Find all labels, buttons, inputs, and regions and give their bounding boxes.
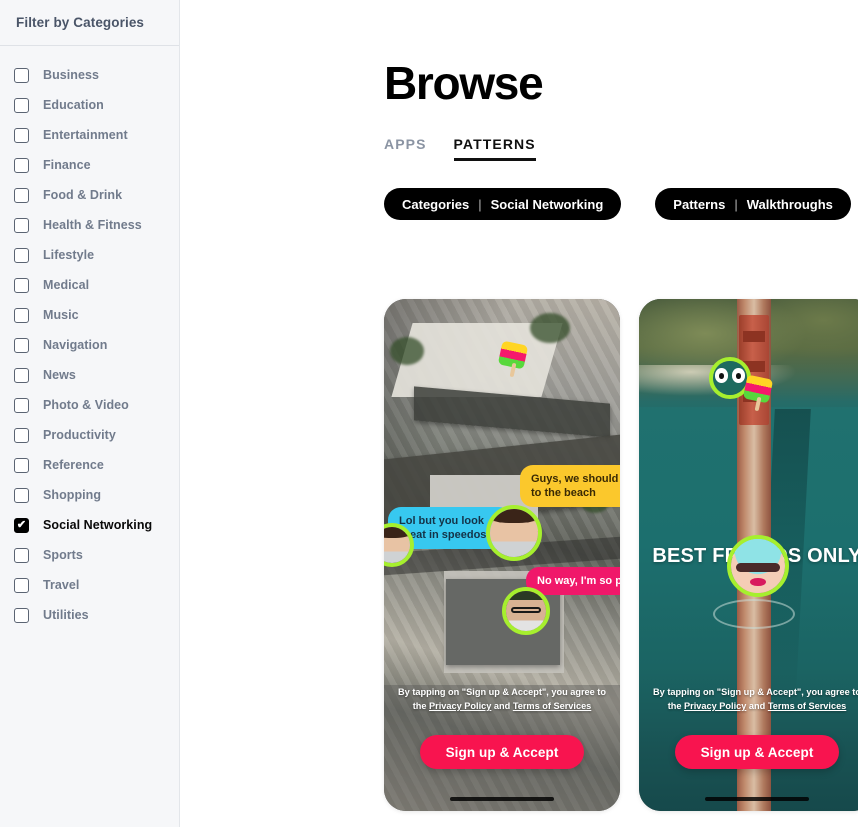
popsicle-sticker — [742, 374, 774, 412]
category-label: Navigation — [43, 338, 108, 352]
category-label: Education — [43, 98, 104, 112]
chat-bubble-yellow: Guys, we should to the beach — [520, 465, 620, 507]
checkbox-icon[interactable]: ✔ — [14, 397, 29, 413]
browse-page: Filter by Categories ✔ Business ✔ Educat… — [0, 0, 858, 827]
sidebar-item-utilities[interactable]: ✔ Utilities — [0, 600, 179, 630]
category-label: Business — [43, 68, 99, 82]
checkbox-icon[interactable]: ✔ — [14, 127, 29, 143]
checkbox-icon[interactable]: ✔ — [14, 277, 29, 293]
category-label: Reference — [43, 458, 104, 472]
pill-value: Social Networking — [490, 196, 604, 212]
category-label: News — [43, 368, 76, 382]
sidebar-item-sports[interactable]: ✔ Sports — [0, 540, 179, 570]
privacy-policy-link[interactable]: Privacy Policy — [684, 701, 746, 711]
sidebar-title: Filter by Categories — [16, 15, 145, 30]
category-label: Health & Fitness — [43, 218, 142, 232]
sidebar-header: Filter by Categories — [0, 0, 179, 46]
sidebar-item-lifestyle[interactable]: ✔ Lifestyle — [0, 240, 179, 270]
filter-pill-row: Categories | Social Networking Patterns … — [384, 188, 858, 220]
checkbox-icon[interactable]: ✔ — [14, 457, 29, 473]
sidebar-item-news[interactable]: ✔ News — [0, 360, 179, 390]
avatar — [384, 523, 414, 567]
sidebar-item-reference[interactable]: ✔ Reference — [0, 450, 179, 480]
legal-mid: and — [746, 701, 768, 711]
tab-apps[interactable]: APPS — [384, 136, 427, 161]
home-indicator — [705, 797, 809, 801]
sidebar-item-education[interactable]: ✔ Education — [0, 90, 179, 120]
filter-pill-patterns[interactable]: Patterns | Walkthroughs — [655, 188, 851, 220]
category-label: Utilities — [43, 608, 89, 622]
sidebar-item-entertainment[interactable]: ✔ Entertainment — [0, 120, 179, 150]
category-label: Sports — [43, 548, 83, 562]
tab-patterns[interactable]: PATTERNS — [453, 136, 536, 161]
popsicle-sticker — [497, 340, 529, 378]
pattern-card-grid: [data-name="pattern-card-aerial-city"] .… — [384, 299, 858, 811]
checkbox-icon[interactable]: ✔ — [14, 367, 29, 383]
checkbox-icon[interactable]: ✔ — [14, 307, 29, 323]
home-indicator — [450, 797, 554, 801]
legal-disclaimer: By tapping on "Sign up & Accept", you ag… — [394, 685, 610, 713]
terms-of-services-link[interactable]: Terms of Services — [513, 701, 591, 711]
pill-key: Categories — [402, 196, 470, 212]
filter-pill-categories[interactable]: Categories | Social Networking — [384, 188, 622, 220]
checkbox-icon[interactable]: ✔ — [14, 157, 29, 173]
category-label: Travel — [43, 578, 80, 592]
sidebar-item-music[interactable]: ✔ Music — [0, 300, 179, 330]
category-label: Music — [43, 308, 79, 322]
checkbox-icon[interactable]: ✔ — [14, 607, 29, 623]
sidebar-item-health-and-fitness[interactable]: ✔ Health & Fitness — [0, 210, 179, 240]
sign-up-accept-button[interactable]: Sign up & Accept — [420, 735, 584, 769]
category-label: Medical — [43, 278, 90, 292]
checkbox-icon[interactable]: ✔ — [14, 577, 29, 593]
sidebar-item-social-networking[interactable]: ✔ Social Networking — [0, 510, 179, 540]
sidebar-item-navigation[interactable]: ✔ Navigation — [0, 330, 179, 360]
pill-separator: | — [734, 196, 738, 212]
category-label: Lifestyle — [43, 248, 95, 262]
category-label: Food & Drink — [43, 188, 123, 202]
checkbox-icon[interactable]: ✔ — [14, 217, 29, 233]
pill-separator: | — [478, 196, 482, 212]
sidebar-item-travel[interactable]: ✔ Travel — [0, 570, 179, 600]
avatar — [727, 535, 789, 597]
legal-disclaimer: By tapping on "Sign up & Accept", you ag… — [649, 685, 858, 713]
sidebar-item-shopping[interactable]: ✔ Shopping — [0, 480, 179, 510]
sidebar-item-food-and-drink[interactable]: ✔ Food & Drink — [0, 180, 179, 210]
sidebar-item-productivity[interactable]: ✔ Productivity — [0, 420, 179, 450]
pill-value: Walkthroughs — [746, 196, 833, 212]
browse-tabs: APPS PATTERNS — [384, 136, 536, 161]
pill-key: Patterns — [673, 196, 726, 212]
category-filter-sidebar: Filter by Categories ✔ Business ✔ Educat… — [0, 0, 180, 827]
category-label: Productivity — [43, 428, 116, 442]
page-title: Browse — [384, 57, 544, 109]
main-content: Browse APPS PATTERNS Categories | Social… — [180, 0, 858, 827]
category-label: Social Networking — [43, 518, 153, 532]
avatar — [502, 587, 550, 635]
checkbox-icon[interactable]: ✔ — [14, 547, 29, 563]
sidebar-item-finance[interactable]: ✔ Finance — [0, 150, 179, 180]
category-label: Finance — [43, 158, 91, 172]
legal-mid: and — [491, 701, 513, 711]
checkbox-icon[interactable]: ✔ — [14, 487, 29, 503]
sidebar-item-medical[interactable]: ✔ Medical — [0, 270, 179, 300]
checkbox-icon[interactable]: ✔ — [14, 247, 29, 263]
sidebar-item-photo-and-video[interactable]: ✔ Photo & Video — [0, 390, 179, 420]
sidebar-item-business[interactable]: ✔ Business — [0, 60, 179, 90]
avatar — [486, 505, 542, 561]
checkbox-icon[interactable]: ✔ — [14, 67, 29, 83]
terms-of-services-link[interactable]: Terms of Services — [768, 701, 846, 711]
sign-up-accept-button[interactable]: Sign up & Accept — [675, 735, 839, 769]
category-label: Photo & Video — [43, 398, 129, 412]
category-label: Entertainment — [43, 128, 128, 142]
checkbox-icon[interactable]: ✔ — [14, 427, 29, 443]
checkbox-icon[interactable]: ✔ — [14, 97, 29, 113]
checkbox-checked-icon[interactable]: ✔ — [14, 517, 29, 533]
pattern-card-aerial-city[interactable]: [data-name="pattern-card-aerial-city"] .… — [384, 299, 620, 811]
pattern-card-golden-gate[interactable]: BEST FRIENDS ONLY By tapping on "Sign up… — [639, 299, 858, 811]
checkbox-icon[interactable]: ✔ — [14, 337, 29, 353]
category-label: Shopping — [43, 488, 102, 502]
checkbox-icon[interactable]: ✔ — [14, 187, 29, 203]
category-checkbox-list: ✔ Business ✔ Education ✔ Entertainment ✔… — [0, 46, 179, 630]
privacy-policy-link[interactable]: Privacy Policy — [429, 701, 491, 711]
